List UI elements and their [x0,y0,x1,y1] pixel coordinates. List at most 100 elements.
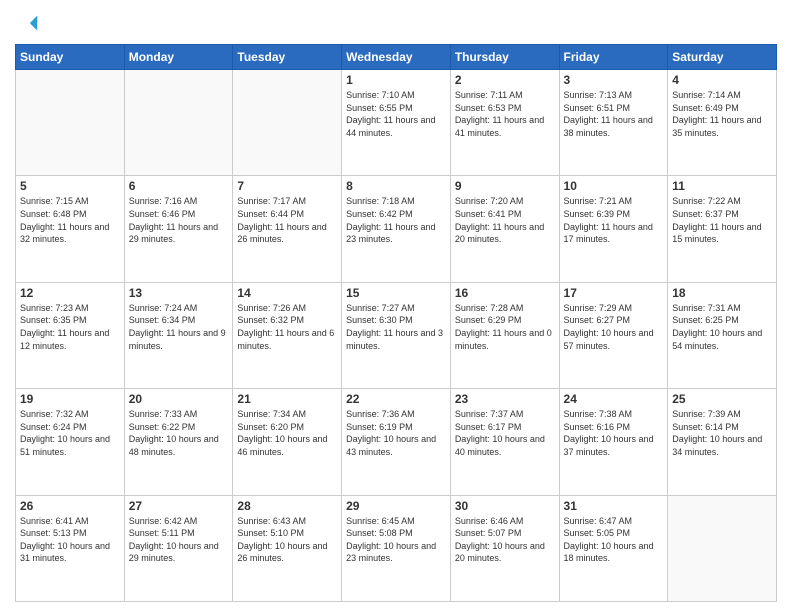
weekday-header-sunday: Sunday [16,45,125,70]
day-number: 24 [564,392,664,406]
day-number: 26 [20,499,120,513]
calendar-cell: 11 Sunrise: 7:22 AM Sunset: 6:37 PM Dayli… [668,176,777,282]
calendar-cell: 2 Sunrise: 7:11 AM Sunset: 6:53 PM Daylig… [450,70,559,176]
day-info: Sunrise: 7:34 AM Sunset: 6:20 PM Dayligh… [237,408,337,458]
day-info: Sunrise: 7:17 AM Sunset: 6:44 PM Dayligh… [237,195,337,245]
day-info: Sunrise: 6:42 AM Sunset: 5:11 PM Dayligh… [129,515,229,565]
calendar-cell: 31 Sunrise: 6:47 AM Sunset: 5:05 PM Dayli… [559,495,668,601]
day-info: Sunrise: 7:27 AM Sunset: 6:30 PM Dayligh… [346,302,446,352]
day-info: Sunrise: 7:32 AM Sunset: 6:24 PM Dayligh… [20,408,120,458]
calendar-cell: 30 Sunrise: 6:46 AM Sunset: 5:07 PM Dayli… [450,495,559,601]
calendar-cell: 12Sunrise: 7:23 AM Sunset: 6:35 PM Dayli… [16,282,125,388]
calendar-cell: 16 Sunrise: 7:28 AM Sunset: 6:29 PM Dayli… [450,282,559,388]
day-number: 29 [346,499,446,513]
calendar-cell: 20Sunrise: 7:33 AM Sunset: 6:22 PM Dayli… [124,389,233,495]
calendar-cell: 4 Sunrise: 7:14 AM Sunset: 6:49 PM Daylig… [668,70,777,176]
day-info: Sunrise: 7:18 AM Sunset: 6:42 PM Dayligh… [346,195,446,245]
day-number: 16 [455,286,555,300]
day-number: 17 [564,286,664,300]
calendar-cell: 14 Sunrise: 7:26 AM Sunset: 6:32 PM Dayli… [233,282,342,388]
day-info: Sunrise: 7:16 AM Sunset: 6:46 PM Dayligh… [129,195,229,245]
week-row-2: 12Sunrise: 7:23 AM Sunset: 6:35 PM Dayli… [16,282,777,388]
day-number: 8 [346,179,446,193]
day-number: 13 [129,286,229,300]
day-info: Sunrise: 7:14 AM Sunset: 6:49 PM Dayligh… [672,89,772,139]
calendar-cell [233,70,342,176]
calendar-cell: 27 Sunrise: 6:42 AM Sunset: 5:11 PM Dayli… [124,495,233,601]
calendar-cell: 26 Sunrise: 6:41 AM Sunset: 5:13 PM Dayli… [16,495,125,601]
day-number: 30 [455,499,555,513]
calendar-cell: 23 Sunrise: 7:37 AM Sunset: 6:17 PM Dayli… [450,389,559,495]
weekday-header-wednesday: Wednesday [342,45,451,70]
day-number: 19 [20,392,120,406]
day-number: 10 [564,179,664,193]
day-info: Sunrise: 7:26 AM Sunset: 6:32 PM Dayligh… [237,302,337,352]
day-info: Sunrise: 7:22 AM Sunset: 6:37 PM Dayligh… [672,195,772,245]
day-number: 27 [129,499,229,513]
day-info: Sunrise: 7:37 AM Sunset: 6:17 PM Dayligh… [455,408,555,458]
calendar-cell: 19 Sunrise: 7:32 AM Sunset: 6:24 PM Dayli… [16,389,125,495]
day-number: 18 [672,286,772,300]
logo [15,14,39,36]
day-info: Sunrise: 6:45 AM Sunset: 5:08 PM Dayligh… [346,515,446,565]
day-info: Sunrise: 7:20 AM Sunset: 6:41 PM Dayligh… [455,195,555,245]
calendar-cell: 29 Sunrise: 6:45 AM Sunset: 5:08 PM Dayli… [342,495,451,601]
day-number: 14 [237,286,337,300]
calendar-cell: 28Sunrise: 6:43 AM Sunset: 5:10 PM Dayli… [233,495,342,601]
day-info: Sunrise: 6:41 AM Sunset: 5:13 PM Dayligh… [20,515,120,565]
day-info: Sunrise: 7:15 AM Sunset: 6:48 PM Dayligh… [20,195,120,245]
calendar-cell: 22 Sunrise: 7:36 AM Sunset: 6:19 PM Dayli… [342,389,451,495]
calendar-cell: 3 Sunrise: 7:13 AM Sunset: 6:51 PM Daylig… [559,70,668,176]
calendar-cell [668,495,777,601]
weekday-header-friday: Friday [559,45,668,70]
day-number: 25 [672,392,772,406]
calendar-cell: 17 Sunrise: 7:29 AM Sunset: 6:27 PM Dayli… [559,282,668,388]
day-info: Sunrise: 7:39 AM Sunset: 6:14 PM Dayligh… [672,408,772,458]
day-number: 6 [129,179,229,193]
calendar-cell: 13 Sunrise: 7:24 AM Sunset: 6:34 PM Dayli… [124,282,233,388]
week-row-0: 1Sunrise: 7:10 AM Sunset: 6:55 PM Daylig… [16,70,777,176]
day-number: 5 [20,179,120,193]
day-info: Sunrise: 7:29 AM Sunset: 6:27 PM Dayligh… [564,302,664,352]
day-info: Sunrise: 7:21 AM Sunset: 6:39 PM Dayligh… [564,195,664,245]
day-number: 28 [237,499,337,513]
day-info: Sunrise: 7:36 AM Sunset: 6:19 PM Dayligh… [346,408,446,458]
day-number: 3 [564,73,664,87]
day-info: Sunrise: 7:38 AM Sunset: 6:16 PM Dayligh… [564,408,664,458]
day-number: 1 [346,73,446,87]
week-row-4: 26 Sunrise: 6:41 AM Sunset: 5:13 PM Dayli… [16,495,777,601]
weekday-header-thursday: Thursday [450,45,559,70]
day-info: Sunrise: 6:46 AM Sunset: 5:07 PM Dayligh… [455,515,555,565]
day-info: Sunrise: 7:23 AM Sunset: 6:35 PM Dayligh… [20,302,120,352]
calendar-cell: 5 Sunrise: 7:15 AM Sunset: 6:48 PM Daylig… [16,176,125,282]
calendar-cell: 18 Sunrise: 7:31 AM Sunset: 6:25 PM Dayli… [668,282,777,388]
calendar-cell [16,70,125,176]
calendar-cell: 21 Sunrise: 7:34 AM Sunset: 6:20 PM Dayli… [233,389,342,495]
day-info: Sunrise: 7:28 AM Sunset: 6:29 PM Dayligh… [455,302,555,352]
week-row-1: 5 Sunrise: 7:15 AM Sunset: 6:48 PM Daylig… [16,176,777,282]
weekday-header-saturday: Saturday [668,45,777,70]
day-number: 11 [672,179,772,193]
calendar-cell [124,70,233,176]
calendar-cell: 25 Sunrise: 7:39 AM Sunset: 6:14 PM Dayli… [668,389,777,495]
week-row-3: 19 Sunrise: 7:32 AM Sunset: 6:24 PM Dayli… [16,389,777,495]
calendar-cell: 15Sunrise: 7:27 AM Sunset: 6:30 PM Dayli… [342,282,451,388]
day-info: Sunrise: 7:11 AM Sunset: 6:53 PM Dayligh… [455,89,555,139]
day-number: 2 [455,73,555,87]
weekday-header-monday: Monday [124,45,233,70]
weekday-header-tuesday: Tuesday [233,45,342,70]
day-number: 9 [455,179,555,193]
day-info: Sunrise: 6:47 AM Sunset: 5:05 PM Dayligh… [564,515,664,565]
calendar-table: SundayMondayTuesdayWednesdayThursdayFrid… [15,44,777,602]
day-info: Sunrise: 7:31 AM Sunset: 6:25 PM Dayligh… [672,302,772,352]
day-number: 31 [564,499,664,513]
day-number: 22 [346,392,446,406]
calendar-cell: 9 Sunrise: 7:20 AM Sunset: 6:41 PM Daylig… [450,176,559,282]
day-info: Sunrise: 7:13 AM Sunset: 6:51 PM Dayligh… [564,89,664,139]
day-number: 4 [672,73,772,87]
day-info: Sunrise: 7:24 AM Sunset: 6:34 PM Dayligh… [129,302,229,352]
day-number: 21 [237,392,337,406]
day-info: Sunrise: 7:33 AM Sunset: 6:22 PM Dayligh… [129,408,229,458]
calendar-cell: 1Sunrise: 7:10 AM Sunset: 6:55 PM Daylig… [342,70,451,176]
day-number: 23 [455,392,555,406]
